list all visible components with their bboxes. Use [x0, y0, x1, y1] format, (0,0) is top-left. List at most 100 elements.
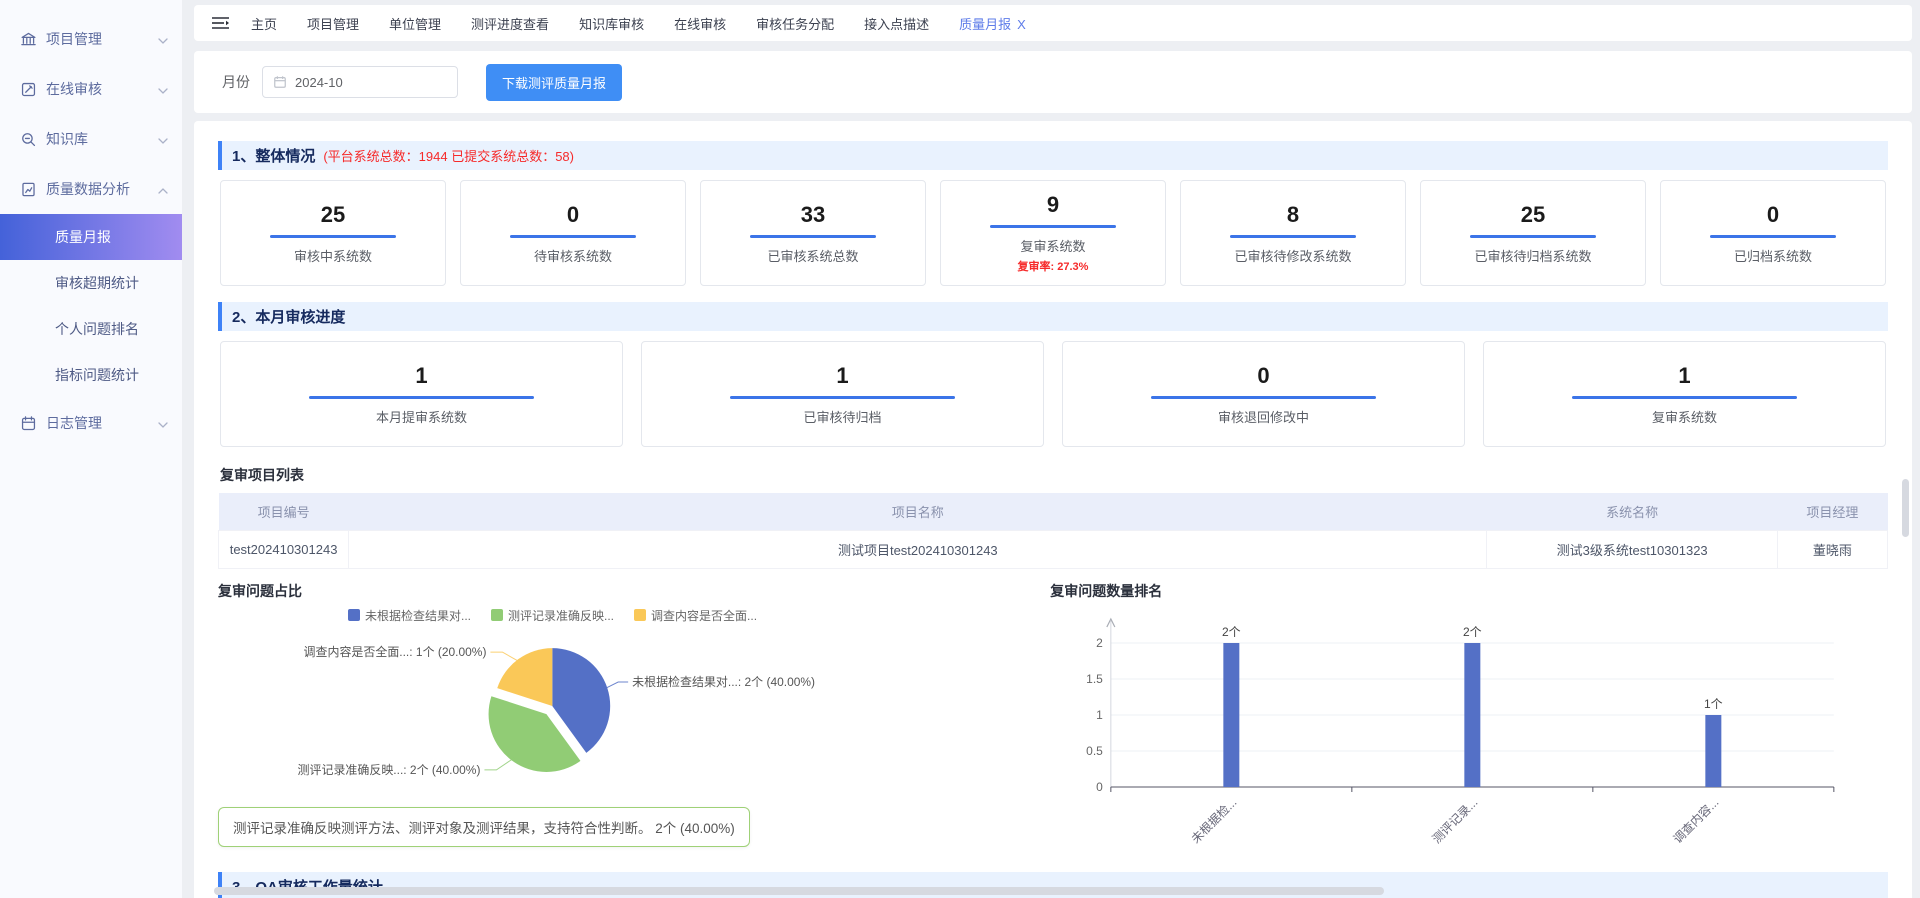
vertical-scrollbar[interactable] [1902, 479, 1909, 537]
stat-value: 9 [1047, 192, 1059, 218]
sidebar-item-日志管理[interactable]: 日志管理 [0, 398, 182, 448]
table-column-header: 项目经理 [1777, 493, 1887, 530]
stat-label: 复审系统数 [1652, 407, 1717, 426]
stat-card-已审核待归档: 1已审核待归档 [641, 341, 1044, 447]
bar-chart-title: 复审问题数量排名 [1050, 581, 1888, 601]
stat-label: 待审核系统数 [534, 246, 612, 265]
nav-tab[interactable]: 知识库审核 [579, 14, 644, 33]
download-report-button[interactable]: 下载测评质量月报 [486, 64, 622, 101]
pie-chart-block: 复审问题占比 未根据检查结果对... 测评记录准确反映... 调查内容是否全面...… [218, 581, 1036, 864]
nav-tab[interactable]: 审核任务分配 [756, 14, 834, 33]
legend-label: 未根据检查结果对... [365, 607, 471, 624]
main-area: 主页 项目管理 单位管理 测评进度查看 知识库审核 在线审核 审核任务分配 接入点描述 质量月报… [182, 0, 1920, 898]
sidebar-subitem-个人问题排名[interactable]: 个人问题排名 [0, 306, 182, 352]
section-month-progress-title: 2、本月审核进度 [232, 306, 345, 327]
bar-chart: 00.511.522个未根据检...2个测评记录...1个调查内容... [1050, 607, 1888, 859]
stat-underline [1470, 235, 1595, 238]
stat-underline [750, 235, 875, 238]
nav-tab[interactable]: 主页 [251, 14, 277, 33]
legend-item[interactable]: 调查内容是否全面... [634, 607, 757, 624]
y-axis-tick-label: 1 [1096, 708, 1103, 722]
stat-value: 25 [321, 202, 345, 228]
stat-value: 0 [1257, 363, 1269, 389]
legend-item[interactable]: 未根据检查结果对... [348, 607, 471, 624]
stat-value: 1 [1678, 363, 1690, 389]
stat-card-待审核系统数: 0 待审核系统数 [460, 180, 686, 286]
horizontal-scrollbar[interactable] [214, 887, 1384, 895]
legend-item[interactable]: 测评记录准确反映... [491, 607, 614, 624]
stat-label: 已审核待修改系统数 [1234, 246, 1351, 265]
stat-value: 33 [801, 202, 825, 228]
app-root: 项目管理在线审核知识库质量数据分析质量月报审核超期统计个人问题排名指标问题统计日… [0, 0, 1920, 898]
stat-label: 已审核系统总数 [767, 246, 858, 265]
month-value: 2024-10 [295, 75, 343, 90]
chevron-down-icon [158, 31, 168, 47]
legend-label: 调查内容是否全面... [651, 607, 757, 624]
stat-card-审核中系统数: 25 审核中系统数 [220, 180, 446, 286]
sidebar-item-在线审核[interactable]: 在线审核 [0, 64, 182, 114]
report-panel: 1、整体情况 (平台系统总数：1944 已提交系统总数：58) 25 审核中系统数… [194, 121, 1912, 898]
table-cell: 测试项目test202410301243 [349, 530, 1487, 568]
pie-slice-3[interactable] [497, 648, 552, 706]
nav-tabs: 主页 项目管理 单位管理 测评进度查看 知识库审核 在线审核 审核任务分配 接入点描述 质量月报… [251, 14, 1056, 33]
nav-tab[interactable]: 项目管理 [307, 14, 359, 33]
y-axis-tick-label: 0 [1096, 780, 1103, 794]
nav-tab[interactable]: 测评进度查看 [471, 14, 549, 33]
review-table: 项目编号项目名称系统名称项目经理 test202410301243测试项目tes… [218, 493, 1888, 569]
legend-swatch [491, 609, 503, 621]
legend-swatch [634, 609, 646, 621]
y-axis-tick-label: 0.5 [1086, 744, 1103, 758]
nav-tab[interactable]: 接入点描述 [864, 14, 929, 33]
nav-tab-active[interactable]: 质量月报X [959, 14, 1026, 33]
bank-icon [20, 31, 37, 48]
stat-label: 审核退回修改中 [1218, 407, 1309, 426]
nav-tab[interactable]: 在线审核 [674, 14, 726, 33]
stat-underline [270, 235, 395, 238]
stats-row-2: 1本月提审系统数1已审核待归档 0 审核退回修改中 1 复审系统数 [220, 341, 1886, 447]
table-row: test202410301243测试项目test202410301243测试3级… [219, 530, 1888, 568]
month-input[interactable]: 2024-10 [262, 66, 458, 98]
legend-label: 测评记录准确反映... [508, 607, 614, 624]
sidebar-item-项目管理[interactable]: 项目管理 [0, 14, 182, 64]
tab-close-icon[interactable]: X [1017, 17, 1026, 32]
stat-card-已归档系统数: 0已归档系统数 [1660, 180, 1886, 286]
section-overall: 1、整体情况 (平台系统总数：1944 已提交系统总数：58) [218, 141, 1888, 170]
bar-1[interactable] [1224, 643, 1240, 787]
nav-tab[interactable]: 单位管理 [389, 14, 441, 33]
stat-card-本月提审系统数: 1本月提审系统数 [220, 341, 623, 447]
stat-value: 1 [836, 363, 848, 389]
stat-label: 审核中系统数 [294, 246, 372, 265]
stat-value: 0 [1767, 202, 1779, 228]
sidebar-subitem-质量月报[interactable]: 质量月报 [0, 214, 182, 260]
section-overall-title: 1、整体情况 [232, 145, 315, 166]
calendar-icon [273, 75, 287, 89]
bar-2[interactable] [1465, 643, 1481, 787]
y-axis-tick-label: 2 [1096, 636, 1103, 650]
stat-value: 0 [567, 202, 579, 228]
stat-card-已审核待修改系统数: 8已审核待修改系统数 [1180, 180, 1406, 286]
chevron-down-icon [158, 81, 168, 97]
menu-collapse-icon[interactable] [212, 16, 229, 30]
pie-chart-title: 复审问题占比 [218, 581, 1036, 601]
section-month-progress: 2、本月审核进度 [218, 302, 1888, 331]
sidebar-subitem-指标问题统计[interactable]: 指标问题统计 [0, 352, 182, 398]
stat-label: 已审核待归档系统数 [1474, 246, 1591, 265]
bar-value-label: 2个 [1222, 625, 1241, 639]
sidebar-item-质量数据分析[interactable]: 质量数据分析 [0, 164, 182, 214]
stat-underline [510, 235, 635, 238]
chevron-down-icon [158, 415, 168, 431]
bar-3[interactable] [1706, 715, 1722, 787]
stat-underline [1230, 235, 1355, 238]
table-cell: test202410301243 [219, 530, 349, 568]
stat-card-已审核系统总数: 33 已审核系统总数 [700, 180, 926, 286]
stat-value: 25 [1521, 202, 1545, 228]
review-table-body: test202410301243测试项目test202410301243测试3级… [219, 530, 1888, 568]
sidebar-item-知识库[interactable]: 知识库 [0, 114, 182, 164]
stat-underline [990, 225, 1115, 228]
sidebar-subitem-审核超期统计[interactable]: 审核超期统计 [0, 260, 182, 306]
table-column-header: 项目编号 [219, 493, 349, 530]
pie-legend: 未根据检查结果对... 测评记录准确反映... 调查内容是否全面... [348, 607, 1036, 624]
pie-slice-label: 调查内容是否全面...: 1个 (20.00%) [304, 644, 487, 659]
month-label: 月份 [222, 72, 250, 92]
search-icon [20, 131, 37, 148]
